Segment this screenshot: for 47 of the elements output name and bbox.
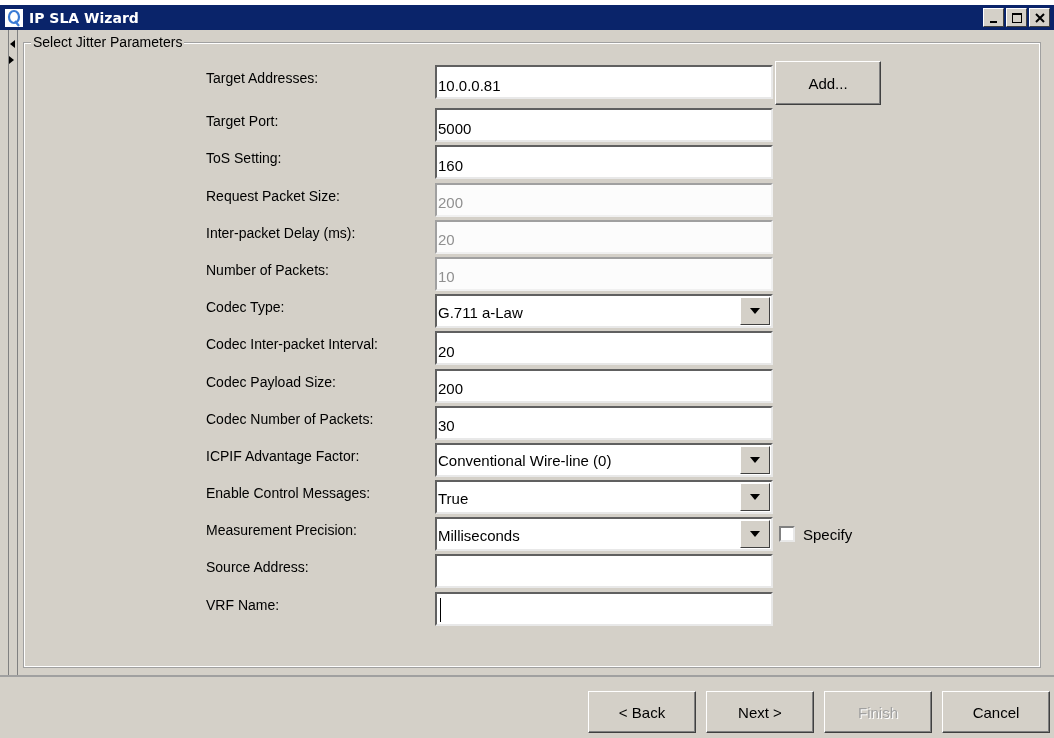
field-label: Measurement Precision: xyxy=(206,521,358,541)
field-label: Source Address: xyxy=(206,558,310,578)
group-title: Select Jitter Parameters xyxy=(31,34,185,50)
field-label: Codec Inter-packet Interval: xyxy=(206,335,379,355)
field-label: VRF Name: xyxy=(206,595,281,615)
add-button[interactable]: Add... xyxy=(775,61,881,105)
app-icon xyxy=(5,8,23,27)
input-field[interactable]: 5000 xyxy=(435,108,773,143)
input-field[interactable]: 30 xyxy=(435,405,773,440)
dropdown-arrow-icon xyxy=(749,493,761,502)
checkbox-label: Specify xyxy=(803,525,853,543)
wizard-button[interactable]: Next > xyxy=(706,691,814,733)
input-field[interactable]: 10.0.0.81 xyxy=(435,65,773,99)
input-field[interactable]: 160 xyxy=(435,145,773,180)
window-title: IP SLA Wizard xyxy=(29,9,140,26)
dropdown-arrow-icon xyxy=(749,530,761,539)
dropdown[interactable]: Conventional Wire-line (0) xyxy=(435,442,773,477)
dropdown[interactable]: G.711 a-Law xyxy=(435,294,773,329)
field-label: Target Port: xyxy=(206,112,280,132)
field-label: Enable Control Messages: xyxy=(206,484,372,504)
maximize-button[interactable] xyxy=(1006,8,1027,27)
input-field[interactable]: 20 xyxy=(435,331,773,366)
field-label: ICPIF Advantage Factor: xyxy=(206,446,361,466)
close-button[interactable] xyxy=(1029,8,1050,27)
splitter-handle[interactable] xyxy=(8,30,18,675)
minimize-button[interactable] xyxy=(983,8,1004,27)
field-label: Codec Payload Size: xyxy=(206,372,337,392)
input-field[interactable]: 200 xyxy=(435,368,773,403)
field-label: Number of Packets: xyxy=(206,260,330,280)
field-label: Inter-packet Delay (ms): xyxy=(206,223,357,243)
dropdown[interactable]: True xyxy=(435,480,773,515)
maximize-icon xyxy=(1010,11,1023,24)
input-field[interactable] xyxy=(435,554,773,589)
dropdown-arrow-icon xyxy=(749,455,761,464)
input-field[interactable] xyxy=(435,591,773,626)
field-label: ToS Setting: xyxy=(206,149,283,169)
dropdown-arrow-icon xyxy=(749,307,761,316)
field-label: Codec Type: xyxy=(206,298,286,318)
checkbox[interactable] xyxy=(779,526,795,543)
dropdown[interactable]: Milliseconds xyxy=(435,517,773,552)
field-label: Request Packet Size: xyxy=(206,186,341,206)
field-label: Target Addresses: xyxy=(206,69,320,88)
minimize-icon xyxy=(990,21,997,23)
wizard-button[interactable]: < Back xyxy=(588,691,696,733)
field-label: Codec Number of Packets: xyxy=(206,409,375,429)
close-icon xyxy=(1033,11,1046,24)
wizard-button[interactable]: Cancel xyxy=(942,691,1050,733)
